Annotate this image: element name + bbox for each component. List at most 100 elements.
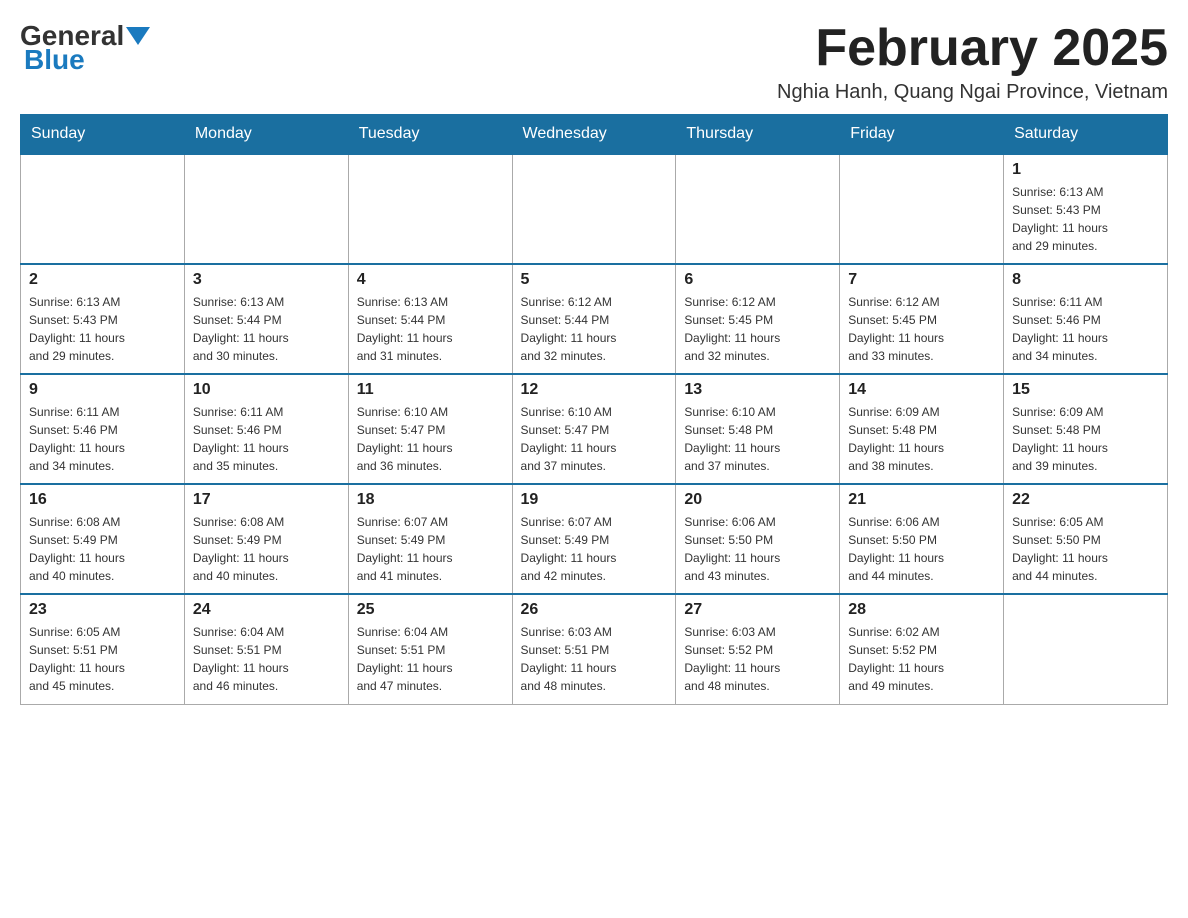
- day-cell: [840, 154, 1004, 264]
- day-info: Sunrise: 6:13 AMSunset: 5:43 PMDaylight:…: [29, 293, 176, 365]
- day-info: Sunrise: 6:09 AMSunset: 5:48 PMDaylight:…: [1012, 403, 1159, 475]
- day-cell: [348, 154, 512, 264]
- day-number: 25: [357, 601, 504, 619]
- day-cell: [1004, 594, 1168, 704]
- day-cell: 21Sunrise: 6:06 AMSunset: 5:50 PMDayligh…: [840, 484, 1004, 594]
- day-number: 14: [848, 381, 995, 399]
- day-number: 10: [193, 381, 340, 399]
- day-info: Sunrise: 6:12 AMSunset: 5:45 PMDaylight:…: [684, 293, 831, 365]
- day-cell: 20 Sunrise: 6:06 AMSunset: 5:50 PMDayligh…: [676, 484, 840, 594]
- month-title: February 2025: [777, 20, 1168, 77]
- header-monday: Monday: [184, 115, 348, 155]
- day-info: Sunrise: 6:10 AMSunset: 5:48 PMDaylight:…: [684, 403, 831, 475]
- day-info: Sunrise: 6:09 AMSunset: 5:48 PMDaylight:…: [848, 403, 995, 475]
- day-cell: [512, 154, 676, 264]
- day-number: 22: [1012, 491, 1159, 509]
- day-cell: [676, 154, 840, 264]
- calendar-table: SundayMondayTuesdayWednesdayThursdayFrid…: [20, 114, 1168, 705]
- day-cell: 1Sunrise: 6:13 AMSunset: 5:43 PMDaylight…: [1004, 154, 1168, 264]
- day-info: Sunrise: 6:10 AMSunset: 5:47 PMDaylight:…: [521, 403, 668, 475]
- week-row-5: 23 Sunrise: 6:05 AMSunset: 5:51 PMDayligh…: [21, 594, 1168, 704]
- logo-triangle-icon: [126, 27, 150, 45]
- day-info: Sunrise: 6:04 AMSunset: 5:51 PMDaylight:…: [193, 623, 340, 695]
- day-info: Sunrise: 6:07 AMSunset: 5:49 PMDaylight:…: [357, 513, 504, 585]
- day-info: Sunrise: 6:12 AMSunset: 5:45 PMDaylight:…: [848, 293, 995, 365]
- day-cell: 17 Sunrise: 6:08 AMSunset: 5:49 PMDayligh…: [184, 484, 348, 594]
- day-number: 5: [521, 271, 668, 289]
- day-cell: 27 Sunrise: 6:03 AMSunset: 5:52 PMDayligh…: [676, 594, 840, 704]
- day-number: 9: [29, 381, 176, 399]
- day-cell: 9 Sunrise: 6:11 AMSunset: 5:46 PMDaylight…: [21, 374, 185, 484]
- header-friday: Friday: [840, 115, 1004, 155]
- day-number: 16: [29, 491, 176, 509]
- logo-blue-text: Blue: [24, 44, 85, 76]
- day-number: 20: [684, 491, 831, 509]
- day-cell: [184, 154, 348, 264]
- day-number: 4: [357, 271, 504, 289]
- page-header: General Blue February 2025 Nghia Hanh, Q…: [20, 20, 1168, 104]
- day-cell: 25Sunrise: 6:04 AMSunset: 5:51 PMDayligh…: [348, 594, 512, 704]
- day-info: Sunrise: 6:11 AMSunset: 5:46 PMDaylight:…: [1012, 293, 1159, 365]
- day-info: Sunrise: 6:03 AMSunset: 5:51 PMDaylight:…: [521, 623, 668, 695]
- calendar-header-row: SundayMondayTuesdayWednesdayThursdayFrid…: [21, 115, 1168, 155]
- day-cell: 15 Sunrise: 6:09 AMSunset: 5:48 PMDayligh…: [1004, 374, 1168, 484]
- day-cell: 22 Sunrise: 6:05 AMSunset: 5:50 PMDayligh…: [1004, 484, 1168, 594]
- day-info: Sunrise: 6:13 AMSunset: 5:44 PMDaylight:…: [193, 293, 340, 365]
- day-cell: 19 Sunrise: 6:07 AMSunset: 5:49 PMDayligh…: [512, 484, 676, 594]
- day-cell: 26 Sunrise: 6:03 AMSunset: 5:51 PMDayligh…: [512, 594, 676, 704]
- day-number: 12: [521, 381, 668, 399]
- day-cell: 10 Sunrise: 6:11 AMSunset: 5:46 PMDayligh…: [184, 374, 348, 484]
- week-row-2: 2 Sunrise: 6:13 AMSunset: 5:43 PMDaylight…: [21, 264, 1168, 374]
- day-cell: 28Sunrise: 6:02 AMSunset: 5:52 PMDayligh…: [840, 594, 1004, 704]
- day-number: 13: [684, 381, 831, 399]
- logo: General Blue: [20, 20, 152, 76]
- day-number: 15: [1012, 381, 1159, 399]
- header-tuesday: Tuesday: [348, 115, 512, 155]
- day-number: 8: [1012, 271, 1159, 289]
- day-number: 26: [521, 601, 668, 619]
- day-number: 17: [193, 491, 340, 509]
- day-info: Sunrise: 6:03 AMSunset: 5:52 PMDaylight:…: [684, 623, 831, 695]
- week-row-3: 9 Sunrise: 6:11 AMSunset: 5:46 PMDaylight…: [21, 374, 1168, 484]
- location-text: Nghia Hanh, Quang Ngai Province, Vietnam: [777, 81, 1168, 104]
- day-info: Sunrise: 6:13 AMSunset: 5:43 PMDaylight:…: [1012, 183, 1159, 255]
- day-info: Sunrise: 6:11 AMSunset: 5:46 PMDaylight:…: [193, 403, 340, 475]
- day-cell: 3Sunrise: 6:13 AMSunset: 5:44 PMDaylight…: [184, 264, 348, 374]
- day-number: 7: [848, 271, 995, 289]
- day-cell: 13 Sunrise: 6:10 AMSunset: 5:48 PMDayligh…: [676, 374, 840, 484]
- header-thursday: Thursday: [676, 115, 840, 155]
- header-wednesday: Wednesday: [512, 115, 676, 155]
- day-info: Sunrise: 6:12 AMSunset: 5:44 PMDaylight:…: [521, 293, 668, 365]
- day-cell: 23 Sunrise: 6:05 AMSunset: 5:51 PMDayligh…: [21, 594, 185, 704]
- day-cell: 2 Sunrise: 6:13 AMSunset: 5:43 PMDaylight…: [21, 264, 185, 374]
- day-info: Sunrise: 6:08 AMSunset: 5:49 PMDaylight:…: [29, 513, 176, 585]
- day-number: 23: [29, 601, 176, 619]
- day-cell: [21, 154, 185, 264]
- day-info: Sunrise: 6:06 AMSunset: 5:50 PMDaylight:…: [684, 513, 831, 585]
- day-number: 21: [848, 491, 995, 509]
- day-number: 28: [848, 601, 995, 619]
- day-info: Sunrise: 6:05 AMSunset: 5:51 PMDaylight:…: [29, 623, 176, 695]
- day-number: 18: [357, 491, 504, 509]
- day-info: Sunrise: 6:08 AMSunset: 5:49 PMDaylight:…: [193, 513, 340, 585]
- day-cell: 7 Sunrise: 6:12 AMSunset: 5:45 PMDaylight…: [840, 264, 1004, 374]
- day-cell: 18 Sunrise: 6:07 AMSunset: 5:49 PMDayligh…: [348, 484, 512, 594]
- week-row-1: 1Sunrise: 6:13 AMSunset: 5:43 PMDaylight…: [21, 154, 1168, 264]
- header-saturday: Saturday: [1004, 115, 1168, 155]
- day-cell: 11Sunrise: 6:10 AMSunset: 5:47 PMDayligh…: [348, 374, 512, 484]
- day-number: 19: [521, 491, 668, 509]
- day-number: 6: [684, 271, 831, 289]
- day-info: Sunrise: 6:07 AMSunset: 5:49 PMDaylight:…: [521, 513, 668, 585]
- title-section: February 2025 Nghia Hanh, Quang Ngai Pro…: [777, 20, 1168, 104]
- day-cell: 6 Sunrise: 6:12 AMSunset: 5:45 PMDaylight…: [676, 264, 840, 374]
- day-cell: 16 Sunrise: 6:08 AMSunset: 5:49 PMDayligh…: [21, 484, 185, 594]
- day-cell: 8 Sunrise: 6:11 AMSunset: 5:46 PMDaylight…: [1004, 264, 1168, 374]
- day-cell: 4 Sunrise: 6:13 AMSunset: 5:44 PMDaylight…: [348, 264, 512, 374]
- day-number: 11: [357, 381, 504, 399]
- day-number: 27: [684, 601, 831, 619]
- day-number: 2: [29, 271, 176, 289]
- day-info: Sunrise: 6:13 AMSunset: 5:44 PMDaylight:…: [357, 293, 504, 365]
- day-cell: 12 Sunrise: 6:10 AMSunset: 5:47 PMDayligh…: [512, 374, 676, 484]
- day-info: Sunrise: 6:05 AMSunset: 5:50 PMDaylight:…: [1012, 513, 1159, 585]
- day-info: Sunrise: 6:11 AMSunset: 5:46 PMDaylight:…: [29, 403, 176, 475]
